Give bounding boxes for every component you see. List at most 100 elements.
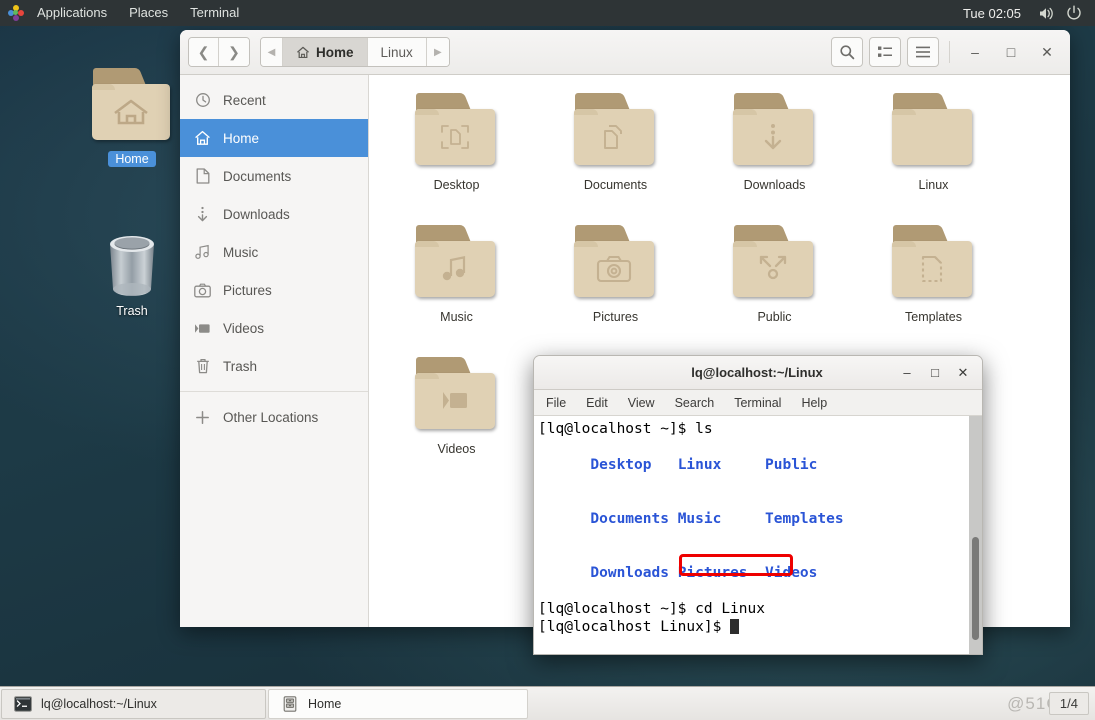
taskbar-item-terminal[interactable]: lq@localhost:~/Linux	[1, 688, 266, 719]
file-name: Documents	[583, 178, 648, 192]
music-note-icon	[194, 244, 211, 260]
breadcrumb-scroll-right[interactable]: ▶	[426, 38, 449, 66]
sidebar-item-trash[interactable]: Trash	[180, 347, 368, 385]
navigation-buttons: ❮ ❯	[188, 37, 250, 67]
menu-item-edit[interactable]: Edit	[586, 396, 608, 410]
panel-menu-applications[interactable]: Applications	[26, 0, 118, 26]
taskbar-item-home[interactable]: Home	[268, 688, 528, 719]
home-folder-icon	[90, 68, 174, 146]
desktop-icon-trash[interactable]: Trash	[77, 228, 187, 319]
file-item-templates[interactable]: Templates	[854, 221, 1013, 353]
file-item-music[interactable]: Music	[377, 221, 536, 353]
file-item-downloads[interactable]: Downloads	[695, 89, 854, 221]
ls-entry: Videos	[765, 565, 818, 581]
ls-entry: Documents	[590, 511, 669, 527]
trash-can-icon	[99, 228, 165, 298]
forward-button[interactable]: ❯	[219, 38, 249, 66]
panel-menu-terminal[interactable]: Terminal	[179, 0, 250, 26]
view-list-icon[interactable]	[869, 37, 901, 67]
sidebar-item-other-locations[interactable]: Other Locations	[180, 398, 368, 436]
panel-clock[interactable]: Tue 02:05	[953, 6, 1031, 21]
menu-item-search[interactable]: Search	[675, 396, 715, 410]
close-button[interactable]: ✕	[1032, 37, 1062, 67]
breadcrumb-scroll-left[interactable]: ◀	[261, 38, 283, 66]
file-item-public[interactable]: Public	[695, 221, 854, 353]
sidebar-item-documents[interactable]: Documents	[180, 157, 368, 195]
menu-item-terminal[interactable]: Terminal	[734, 396, 781, 410]
sidebar-item-music[interactable]: Music	[180, 233, 368, 271]
gnome-footprint-icon	[8, 5, 24, 21]
volume-icon[interactable]	[1033, 0, 1059, 26]
sidebar-item-videos[interactable]: Videos	[180, 309, 368, 347]
breadcrumb-item-home[interactable]: Home	[283, 38, 368, 66]
terminal-title: lq@localhost:~/Linux	[691, 365, 823, 380]
file-item-documents[interactable]: Documents	[536, 89, 695, 221]
file-name: Templates	[905, 310, 962, 324]
terminal-line: [lq@localhost ~]$ ls	[538, 420, 982, 438]
maximize-button[interactable]: □	[996, 37, 1026, 67]
sidebar-item-home[interactable]: Home	[180, 119, 368, 157]
camera-icon	[194, 283, 211, 298]
sidebar-item-recent[interactable]: Recent	[180, 81, 368, 119]
file-item-videos[interactable]: Videos	[377, 353, 536, 485]
terminal-line: [lq@localhost ~]$ cd Linux	[538, 600, 982, 618]
terminal-maximize-button[interactable]: □	[922, 360, 948, 386]
terminal-scrollbar[interactable]	[969, 416, 982, 654]
search-icon[interactable]	[831, 37, 863, 67]
terminal-line: Documents Music Templates	[538, 492, 982, 546]
terminal-icon	[14, 695, 32, 713]
back-button[interactable]: ❮	[189, 38, 219, 66]
sidebar-item-label: Home	[223, 130, 260, 146]
panel-menu-places[interactable]: Places	[118, 0, 179, 26]
taskbar-item-label: Home	[308, 696, 342, 711]
sidebar-item-label: Downloads	[223, 206, 290, 222]
folder-documents-icon	[573, 93, 659, 171]
file-item-pictures[interactable]: Pictures	[536, 221, 695, 353]
download-icon	[194, 206, 211, 222]
folder-downloads-icon	[732, 93, 818, 171]
terminal-close-button[interactable]: ✕	[950, 360, 976, 386]
sidebar-item-label: Pictures	[223, 282, 272, 298]
menu-item-file[interactable]: File	[546, 396, 566, 410]
sidebar-divider	[180, 391, 368, 392]
home-icon	[194, 130, 211, 146]
scrollbar-thumb[interactable]	[972, 537, 979, 640]
sidebar-item-downloads[interactable]: Downloads	[180, 195, 368, 233]
file-name: Videos	[437, 442, 476, 456]
toolbar-separator	[949, 41, 950, 63]
file-name: Downloads	[743, 178, 806, 192]
terminal-line: Downloads Pictures Videos	[538, 546, 982, 600]
desktop-icon-home[interactable]: Home	[77, 68, 187, 167]
terminal-command-highlighted: cd Linux	[695, 601, 765, 617]
hamburger-menu-icon[interactable]	[907, 37, 939, 67]
breadcrumb-label: Linux	[380, 44, 413, 60]
file-manager-header: ❮ ❯ ◀ Home Linux ▶ – □ ✕	[180, 30, 1070, 75]
terminal-cursor	[730, 619, 740, 634]
ls-entry: Pictures	[677, 565, 748, 581]
plus-icon	[194, 410, 211, 425]
terminal-prompt: [lq@localhost ~]$	[538, 421, 696, 437]
terminal-line: [lq@localhost Linux]$	[538, 618, 982, 636]
terminal-screen[interactable]: [lq@localhost ~]$ ls Desktop Linux Publi…	[534, 416, 982, 654]
terminal-minimize-button[interactable]: –	[894, 360, 920, 386]
ls-entry: Desktop	[590, 457, 652, 473]
menu-item-view[interactable]: View	[628, 396, 655, 410]
breadcrumb-label: Home	[316, 44, 354, 60]
terminal-titlebar[interactable]: lq@localhost:~/Linux – □ ✕	[534, 356, 982, 390]
page-indicator[interactable]: 1/4	[1048, 692, 1089, 715]
ls-entry: Music	[677, 511, 722, 527]
breadcrumb-item-linux[interactable]: Linux	[367, 38, 427, 66]
sidebar-item-label: Trash	[223, 358, 258, 374]
desktop-icon-label: Trash	[116, 304, 148, 318]
sidebar-item-pictures[interactable]: Pictures	[180, 271, 368, 309]
taskbar: lq@localhost:~/Linux Home @51CTO 1/4	[0, 686, 1095, 720]
power-icon[interactable]	[1061, 0, 1087, 26]
file-name: Linux	[918, 178, 949, 192]
menu-item-help[interactable]: Help	[801, 396, 827, 410]
terminal-line: Desktop Linux Public	[538, 438, 982, 492]
file-item-desktop[interactable]: Desktop	[377, 89, 536, 221]
terminal-prompt: [lq@localhost ~]$	[538, 601, 696, 617]
file-name: Desktop	[433, 178, 480, 192]
minimize-button[interactable]: –	[960, 37, 990, 67]
file-item-linux[interactable]: Linux	[854, 89, 1013, 221]
